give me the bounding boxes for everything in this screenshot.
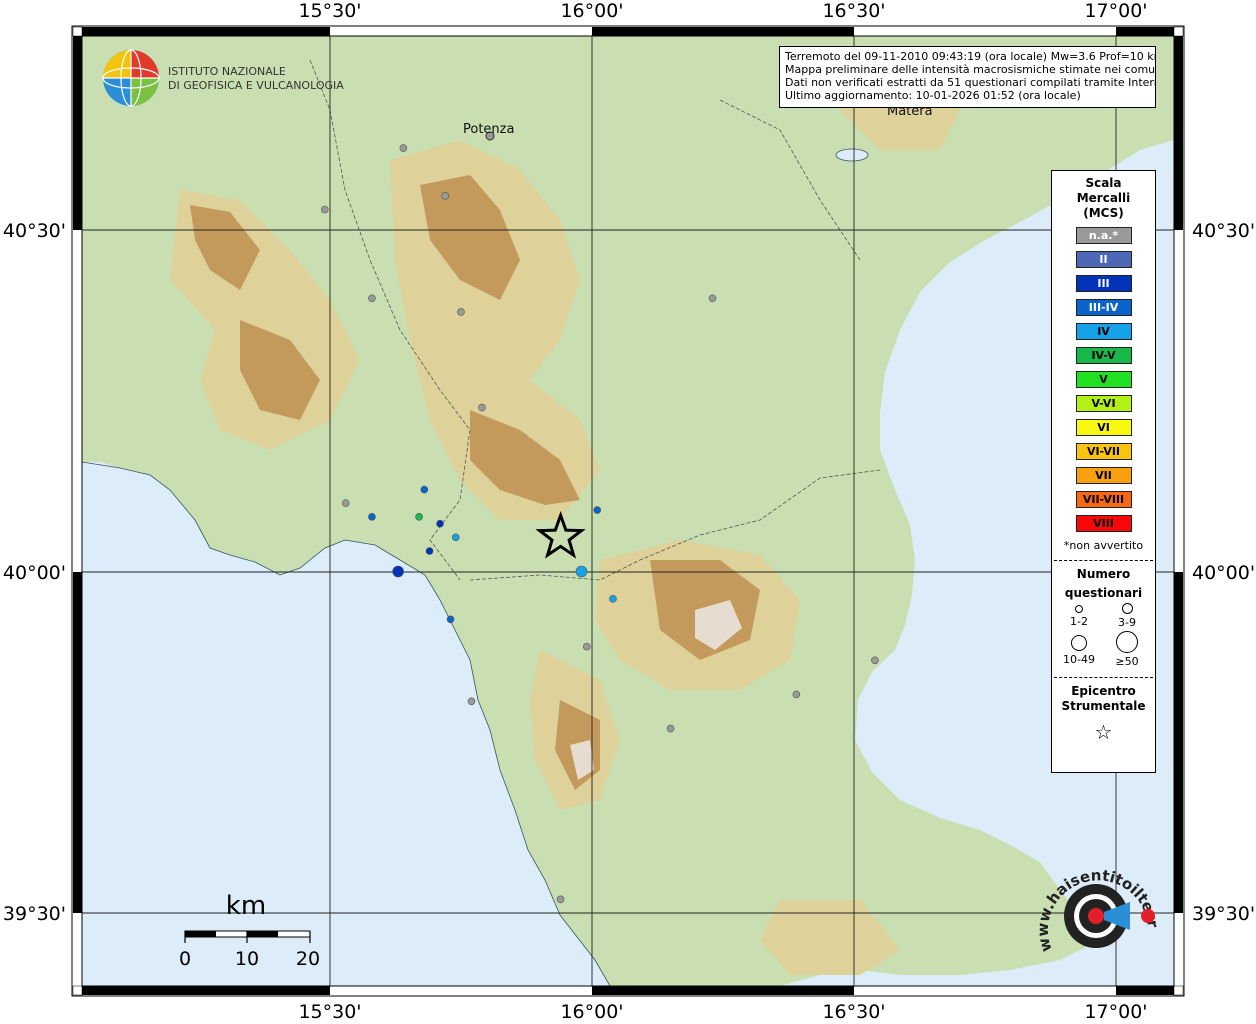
legend-swatch: VI bbox=[1075, 419, 1132, 436]
intensity-point[interactable] bbox=[368, 294, 376, 303]
size-label-3-9: 3-9 bbox=[1118, 616, 1136, 629]
lon-bottom-0: 15°30' bbox=[298, 1001, 361, 1023]
intensity-point[interactable] bbox=[368, 513, 376, 521]
intensity-point[interactable] bbox=[467, 697, 476, 706]
city-label-potenza: Potenza bbox=[463, 122, 514, 137]
intensity-point[interactable] bbox=[871, 656, 879, 665]
intensity-point[interactable] bbox=[478, 403, 486, 412]
intensity-point[interactable] bbox=[415, 513, 423, 521]
legend-title-3: (MCS) bbox=[1083, 206, 1124, 220]
epicenter-title-2: Strumentale bbox=[1061, 699, 1146, 713]
legend-swatch: VI-VII bbox=[1075, 443, 1132, 460]
lat-right-1: 40°00' bbox=[1192, 562, 1255, 584]
legend-swatch: n.a.* bbox=[1075, 227, 1132, 244]
size-label-1-2: 1-2 bbox=[1070, 615, 1088, 628]
intensity-point[interactable] bbox=[457, 308, 465, 316]
intensity-point[interactable] bbox=[609, 595, 617, 603]
intensity-point[interactable] bbox=[792, 690, 801, 699]
intensity-point[interactable] bbox=[341, 499, 350, 508]
lon-top-3: 17°00' bbox=[1084, 0, 1147, 22]
intensity-point[interactable] bbox=[399, 144, 408, 152]
lake bbox=[835, 148, 869, 162]
legend-divider-2 bbox=[1054, 677, 1153, 678]
intensity-point[interactable] bbox=[320, 205, 329, 214]
legend-swatch: VII-VIII bbox=[1075, 491, 1132, 508]
legend-title-2: Mercalli bbox=[1076, 191, 1131, 205]
intensity-point[interactable] bbox=[593, 506, 602, 514]
lat-left-2: 39°30' bbox=[3, 903, 66, 925]
scale-label-0: 0 bbox=[179, 948, 191, 970]
scale-label-20: 20 bbox=[296, 948, 320, 970]
legend-swatch: III bbox=[1075, 275, 1132, 292]
lon-bottom-2: 16°30' bbox=[822, 1001, 885, 1023]
epicenter-title-1: Epicentro bbox=[1071, 684, 1136, 698]
size-circle-medium bbox=[1121, 603, 1133, 614]
size-1-2: 1-2 bbox=[1054, 605, 1104, 628]
scale-label-10: 10 bbox=[235, 948, 259, 970]
legend-title-1: Scala bbox=[1085, 176, 1122, 190]
intensity-point[interactable] bbox=[582, 642, 591, 651]
intensity-point[interactable] bbox=[420, 485, 429, 494]
intensity-point[interactable] bbox=[425, 547, 434, 555]
lon-bottom-3: 17°00' bbox=[1084, 1001, 1147, 1023]
legend-note: *non avvertito bbox=[1063, 539, 1144, 552]
lat-left-1: 40°00' bbox=[3, 562, 66, 584]
legend-swatch: II bbox=[1075, 251, 1132, 268]
size-50: ≥50 bbox=[1102, 631, 1152, 668]
intensity-point[interactable] bbox=[392, 565, 404, 578]
globe-icon bbox=[102, 49, 160, 107]
legend-swatch: VII bbox=[1075, 467, 1132, 484]
size-label-10-49: 10-49 bbox=[1063, 653, 1095, 666]
size-circle-xlarge bbox=[1116, 631, 1138, 653]
logo-line1: ISTITUTO NAZIONALE bbox=[168, 65, 286, 78]
legend-panel: Scala Mercalli (MCS) n.a.* II III III-IV IV I… bbox=[1051, 170, 1156, 773]
scale-unit: km bbox=[226, 891, 266, 921]
last-update: Ultimo aggiornamento: 10-01-2026 01:52 (… bbox=[785, 89, 1081, 102]
legend-star-icon: ☆ bbox=[1094, 720, 1113, 744]
legend-swatch: III-IV bbox=[1075, 299, 1132, 316]
legend-swatch: IV bbox=[1075, 323, 1132, 340]
size-circle-large bbox=[1071, 635, 1087, 651]
lat-right-0: 40°30' bbox=[1192, 220, 1255, 242]
count-title-1: Numero bbox=[1076, 567, 1131, 581]
lat-left-0: 40°30' bbox=[3, 220, 66, 242]
intensity-point[interactable] bbox=[446, 615, 455, 624]
legend-swatch: IV-V bbox=[1075, 347, 1132, 364]
size-legend: 1-2 3-9 10-49 ≥50 bbox=[1052, 601, 1155, 673]
lat-right-2: 39°30' bbox=[1192, 903, 1255, 925]
size-10-49: 10-49 bbox=[1054, 635, 1104, 666]
intensity-point[interactable] bbox=[436, 519, 444, 528]
legend-swatch: V bbox=[1075, 371, 1132, 388]
intensity-point[interactable] bbox=[451, 533, 460, 542]
intensity-point[interactable] bbox=[441, 192, 450, 200]
legend-swatches: n.a.* II III III-IV IV IV-V V V-VI VI VI-VII VII VI… bbox=[1052, 227, 1155, 532]
lon-top-1: 16°00' bbox=[560, 0, 623, 22]
intensity-point[interactable] bbox=[575, 565, 588, 578]
count-title-2: questionari bbox=[1064, 586, 1143, 600]
lon-top-2: 16°30' bbox=[822, 0, 885, 22]
size-label-50: ≥50 bbox=[1115, 655, 1139, 668]
event-info-box: Terremoto del 09-11-2010 09:43:19 (ora l… bbox=[779, 46, 1156, 108]
lon-top-0: 15°30' bbox=[298, 0, 361, 22]
intensity-point[interactable] bbox=[556, 895, 565, 904]
intensity-point[interactable] bbox=[666, 724, 675, 733]
legend-divider-1 bbox=[1054, 560, 1153, 561]
logo-line2: DI GEOFISICA E VULCANOLOGIA bbox=[168, 79, 344, 92]
lon-bottom-1: 16°00' bbox=[560, 1001, 623, 1023]
size-3-9: 3-9 bbox=[1102, 603, 1152, 629]
legend-swatch: VIII bbox=[1075, 515, 1132, 532]
size-circle-small bbox=[1075, 605, 1083, 613]
legend-swatch: V-VI bbox=[1075, 395, 1132, 412]
intensity-point[interactable] bbox=[708, 294, 717, 303]
